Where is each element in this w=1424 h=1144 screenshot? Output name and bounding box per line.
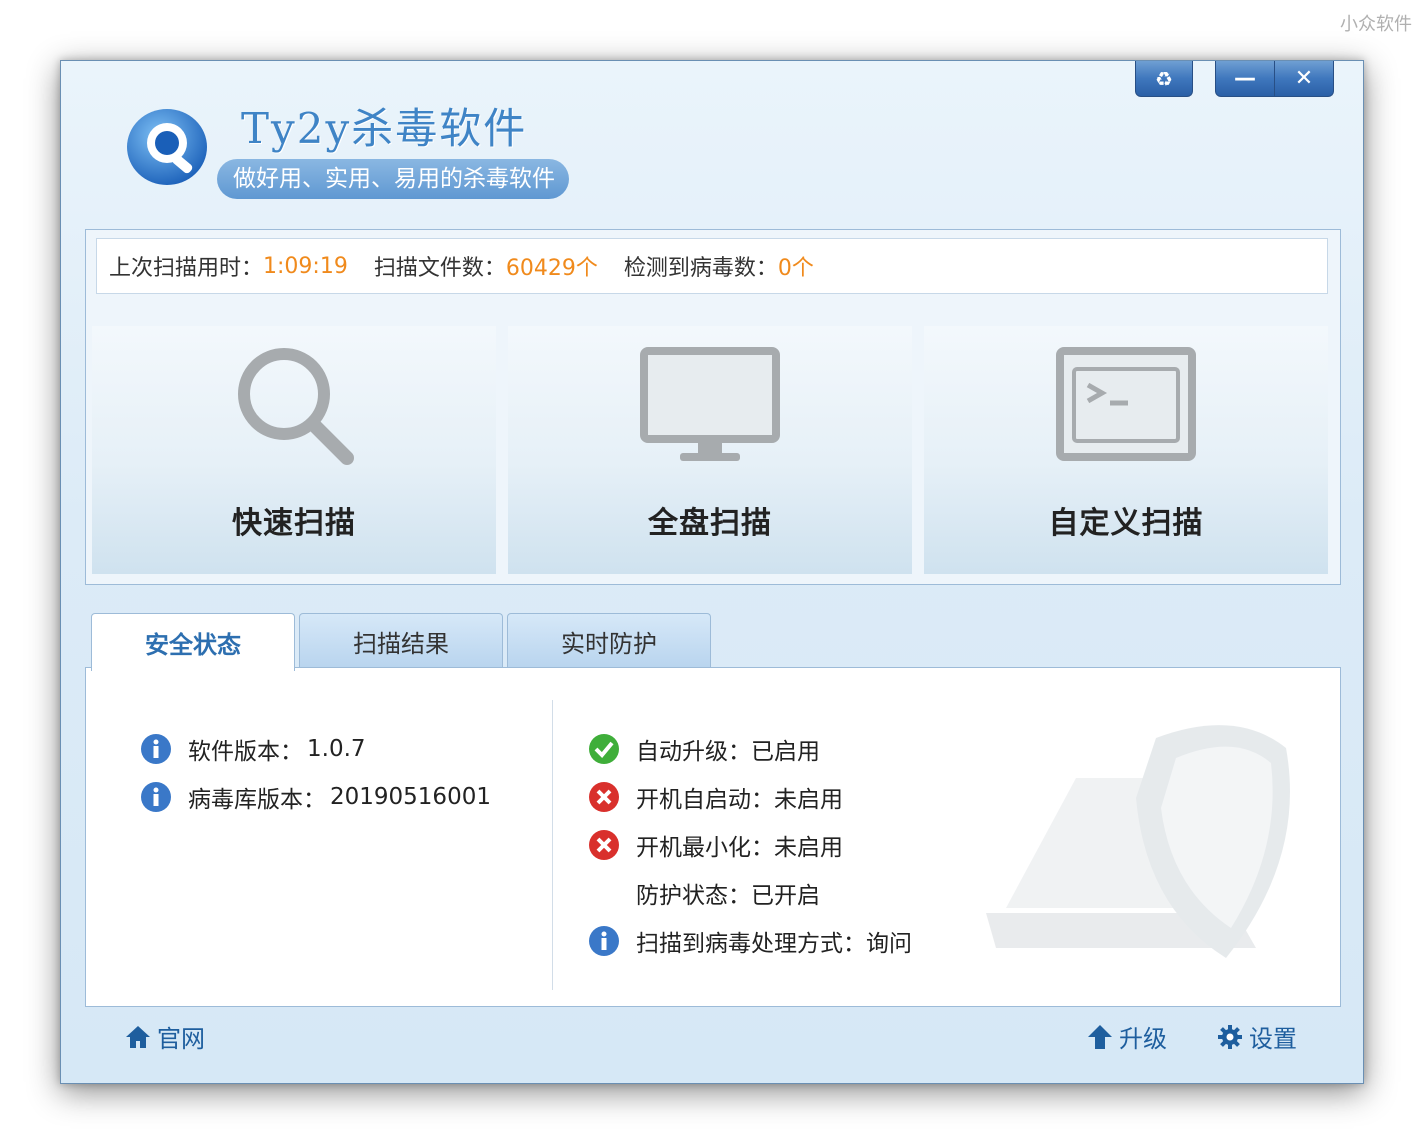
start-minimized-row: 开机最小化： 未启用 xyxy=(588,828,843,862)
official-site-label: 官网 xyxy=(157,1025,205,1053)
custom-scan-button[interactable]: 自定义扫描 xyxy=(924,326,1328,574)
app-title: Ty2y杀毒软件 xyxy=(241,104,528,153)
info-icon xyxy=(141,782,171,812)
scan-stats-bar: 上次扫描用时： 1:09:19 扫描文件数： 60429个 检测到病毒数： 0个 xyxy=(96,238,1328,294)
tab-realtime-protection[interactable]: 实时防护 xyxy=(507,613,711,669)
terminal-icon xyxy=(1056,347,1196,461)
upgrade-link[interactable]: 升级 xyxy=(1087,1019,1167,1054)
software-version-row: 软件版本： 1.0.7 xyxy=(140,732,366,766)
monitor-icon xyxy=(640,347,780,461)
protection-status-value: 已开启 xyxy=(751,883,820,909)
last-scan-value: 1:09:19 xyxy=(263,253,348,279)
error-icon xyxy=(589,782,619,812)
virus-action-row: 扫描到病毒处理方式： 询问 xyxy=(588,924,912,958)
virus-value: 0个 xyxy=(777,256,814,281)
tab-security-status[interactable]: 安全状态 xyxy=(91,613,295,671)
home-icon xyxy=(126,1025,150,1048)
software-version-label: 软件版本： xyxy=(188,739,303,765)
check-icon xyxy=(589,734,619,764)
settings-link[interactable]: 设置 xyxy=(1217,1019,1297,1054)
gear-icon xyxy=(1218,1024,1242,1049)
custom-scan-label: 自定义扫描 xyxy=(1048,506,1204,541)
virus-action-value: 询问 xyxy=(866,931,912,957)
last-scan-label: 上次扫描用时： xyxy=(109,256,264,281)
protection-status-label: 防护状态： xyxy=(636,883,751,909)
virus-db-version-row: 病毒库版本： 20190516001 xyxy=(140,780,491,814)
full-scan-label: 全盘扫描 xyxy=(648,506,772,541)
auto-upgrade-label: 自动升级： xyxy=(636,739,751,765)
virus-label: 检测到病毒数： xyxy=(623,256,778,281)
start-minimized-value: 未启用 xyxy=(774,835,843,861)
error-icon xyxy=(589,830,619,860)
start-minimized-label: 开机最小化： xyxy=(636,835,774,861)
files-value: 60429个 xyxy=(505,256,598,281)
autostart-row: 开机自启动： 未启用 xyxy=(588,780,843,814)
status-panel: 软件版本： 1.0.7 病毒库版本： 20190516001 自动升级： 已启用… xyxy=(85,667,1341,1007)
upgrade-label: 升级 xyxy=(1119,1025,1167,1053)
auto-upgrade-value: 已启用 xyxy=(751,739,820,765)
close-icon: ✕ xyxy=(1294,66,1314,91)
column-divider xyxy=(552,700,553,990)
full-scan-button[interactable]: 全盘扫描 xyxy=(508,326,912,574)
app-window: ♻ — ✕ Ty2y杀毒软件 做好用、实用、易用的杀毒软件 上次扫描用时： 1:… xyxy=(60,60,1364,1084)
software-version-value: 1.0.7 xyxy=(307,736,366,762)
quick-scan-label: 快速扫描 xyxy=(232,506,356,541)
status-tabs: 安全状态 扫描结果 实时防护 xyxy=(91,613,715,671)
virus-action-label: 扫描到病毒处理方式： xyxy=(636,931,866,957)
close-button[interactable]: ✕ xyxy=(1274,61,1334,97)
official-site-link[interactable]: 官网 xyxy=(125,1019,205,1054)
virus-db-version-label: 病毒库版本： xyxy=(188,787,326,813)
minimize-button[interactable]: — xyxy=(1215,61,1275,97)
tab-scan-results[interactable]: 扫描结果 xyxy=(299,613,503,669)
scan-panel: 上次扫描用时： 1:09:19 扫描文件数： 60429个 检测到病毒数： 0个… xyxy=(85,229,1341,585)
app-logo-icon xyxy=(127,109,207,185)
settings-label: 设置 xyxy=(1249,1025,1297,1053)
files-label: 扫描文件数： xyxy=(373,256,506,281)
refresh-button[interactable]: ♻ xyxy=(1135,61,1193,97)
shield-laptop-icon xyxy=(986,725,1290,958)
quick-scan-button[interactable]: 快速扫描 xyxy=(92,326,496,574)
autostart-value: 未启用 xyxy=(774,787,843,813)
auto-upgrade-row: 自动升级： 已启用 xyxy=(588,732,820,766)
magnifier-icon xyxy=(238,348,354,465)
info-icon xyxy=(589,926,619,956)
recycle-icon: ♻ xyxy=(1155,66,1173,91)
protection-status-row: 防护状态： 已开启 xyxy=(636,876,820,910)
arrow-up-icon xyxy=(1088,1024,1112,1049)
minimize-icon: — xyxy=(1234,66,1256,91)
autostart-label: 开机自启动： xyxy=(636,787,774,813)
app-slogan: 做好用、实用、易用的杀毒软件 xyxy=(217,159,569,199)
virus-db-version-value: 20190516001 xyxy=(330,784,491,810)
info-icon xyxy=(141,734,171,764)
watermark: 小众软件 xyxy=(1340,14,1412,35)
